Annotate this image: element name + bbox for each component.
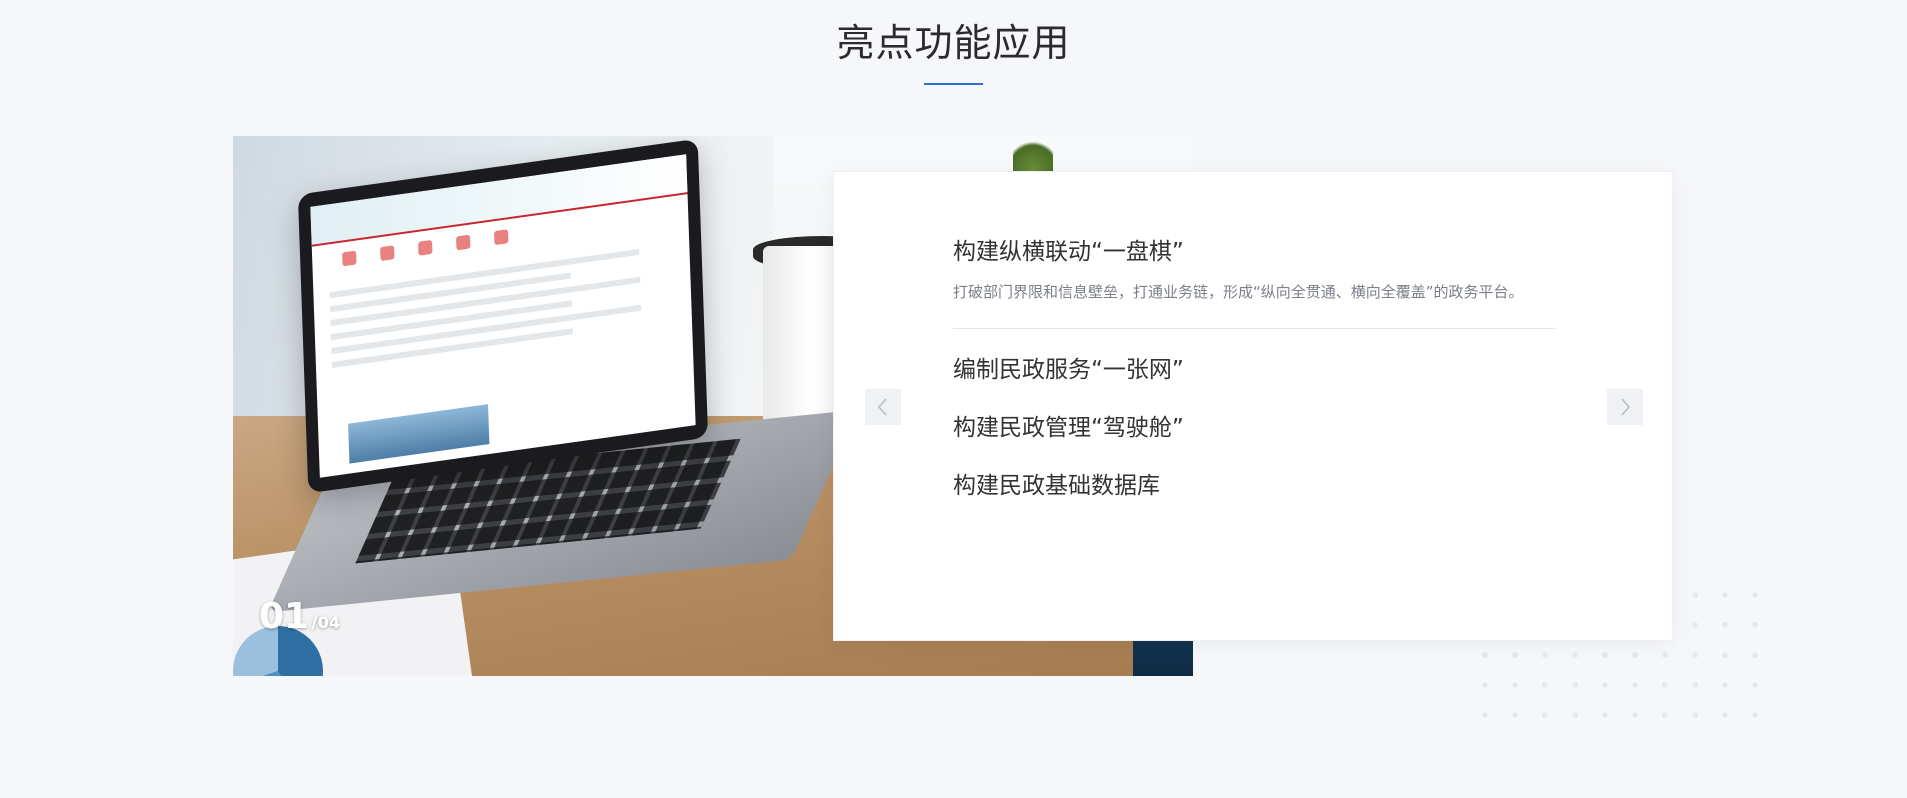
slide-total: 04 bbox=[317, 613, 340, 632]
slide-current: 01 bbox=[259, 596, 310, 637]
feature-list: 构建纵横联动“一盘棋” 打破部门界限和信息壁垒，打通业务链，形成“纵向全贯通、横… bbox=[953, 238, 1555, 505]
page: 亮点功能应用 01/04 构建纵横联动“一盘棋” 打破部门界限和信息壁垒，打通业… bbox=[0, 0, 1907, 798]
feature-card: 构建纵横联动“一盘棋” 打破部门界限和信息壁垒，打通业务链，形成“纵向全贯通、横… bbox=[833, 171, 1673, 641]
chevron-right-icon bbox=[1621, 398, 1631, 416]
section-title: 亮点功能应用 bbox=[836, 21, 1071, 65]
active-feature-title: 构建纵横联动“一盘棋” bbox=[953, 239, 1184, 265]
screen-thumbnail bbox=[348, 404, 490, 464]
prev-button[interactable] bbox=[865, 389, 901, 425]
title-underline bbox=[924, 83, 983, 85]
next-button[interactable] bbox=[1607, 389, 1643, 425]
laptop-screen bbox=[297, 138, 709, 494]
divider bbox=[953, 327, 1555, 329]
plant-decoration bbox=[1013, 136, 1053, 176]
feature-item[interactable]: 构建民政基础数据库 bbox=[953, 467, 1555, 505]
feature-item[interactable]: 编制民政服务“一张网” bbox=[953, 351, 1555, 389]
feature-item[interactable]: 构建民政管理“驾驶舱” bbox=[953, 409, 1555, 447]
slide-separator: / bbox=[311, 612, 318, 633]
active-feature-description: 打破部门界限和信息壁垒，打通业务链，形成“纵向全贯通、横向全覆盖”的政务平台。 bbox=[953, 282, 1524, 301]
laptop-screen-content bbox=[310, 154, 696, 478]
chevron-left-icon bbox=[877, 398, 887, 416]
slide-counter: 01/04 bbox=[259, 596, 340, 637]
active-feature[interactable]: 构建纵横联动“一盘棋” 打破部门界限和信息壁垒，打通业务链，形成“纵向全贯通、横… bbox=[953, 238, 1555, 307]
